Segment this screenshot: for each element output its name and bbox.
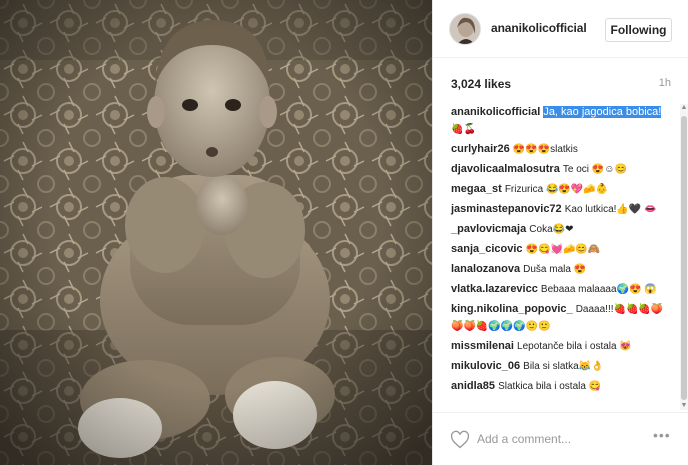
post-header: ananikolicofficial Following [433,0,688,58]
list-item: sanja_cicovic 😍😋💓🧀😊🙈 [433,241,680,258]
list-item: king.nikolina_popovic_ Daaaa!!!🍓🍓🍓🍑🍑🍑🍓🌍🌍… [433,301,680,335]
list-item: djavolicaalmalosutra Te oci 😍☺😊 [433,161,680,178]
scroll-down-icon[interactable]: ▼ [680,402,688,410]
comment-username[interactable]: king.nikolina_popovic_ [451,303,573,315]
scrollbar-thumb[interactable] [681,116,687,400]
list-item: curlyhair26 😍😍😍slatkis [433,141,680,158]
list-item: anidla85 Slatkica bila i ostala 😋 [433,378,680,395]
following-button[interactable]: Following [605,18,672,42]
scroll-up-icon[interactable]: ▲ [680,104,688,112]
comment-emoji: 🍓🍒 [451,124,476,135]
list-item: lanalozanova Duša mala 😍 [433,261,680,278]
add-comment-input[interactable] [477,429,627,449]
comment-text: Slatkica bila i ostala 😋 [498,381,602,392]
comment-username[interactable]: missmilenai [451,340,514,352]
comment-text: Coka😂❤ [529,224,574,235]
heart-icon[interactable] [450,430,470,450]
comment-text: Kao lutkica!👍🖤 👄 [564,204,657,215]
comment-username[interactable]: djavolicaalmalosutra [451,163,560,175]
comment-username[interactable]: _pavlovicmaja [451,223,526,235]
comment-username[interactable]: vlatka.lazarevicc [451,283,538,295]
comment-text: Bila si slatka😹👌 [523,361,604,372]
list-item: megaa_st Frizurica 😂😍💖🧀👶 [433,181,680,198]
comment-username[interactable]: anidla85 [451,380,495,392]
comment-text: Lepotanče bila i ostala 😻 [517,341,632,352]
comment-username[interactable]: jasminastepanovic72 [451,203,562,215]
comments-scrollbar[interactable]: ▲ ▼ [680,104,688,410]
comment-text: 😍😍😍slatkis [512,144,578,155]
comment-text: Frizurica 😂😍💖🧀👶 [504,184,609,195]
post-photo[interactable] [0,0,432,465]
list-item: vlatka.lazarevicc Bebaaa malaaaa🌍😍 😱 [433,281,680,298]
comment-username[interactable]: mikulovic_06 [451,360,520,372]
post-time: 1h [658,77,671,89]
comment-text: Bebaaa malaaaa🌍😍 😱 [540,284,657,295]
list-item: ananikolicofficial Ja, kao jagodica bobi… [433,104,680,138]
comments-list: ananikolicofficial Ja, kao jagodica bobi… [433,104,680,410]
comment-username[interactable]: curlyhair26 [451,143,510,155]
comment-text: Te oci 😍☺😊 [562,164,627,175]
comment-username[interactable]: ananikolicofficial [451,106,540,118]
avatar[interactable] [449,13,481,45]
list-item: jasminastepanovic72 Kao lutkica!👍🖤 👄 [433,201,680,218]
comment-bar: ••• [433,412,688,465]
photo-image [0,0,432,465]
comment-selected-text: Ja, kao jagodica bobica! [543,106,662,118]
more-options-icon[interactable]: ••• [653,427,671,443]
comment-text: Duša mala 😍 [523,264,587,275]
likes-count[interactable]: 3,024 likes [451,77,511,91]
comment-username[interactable]: lanalozanova [451,263,520,275]
comment-username[interactable]: sanja_cicovic [451,243,523,255]
comment-text: 😍😋💓🧀😊🙈 [525,244,601,255]
list-item: _pavlovicmaja Coka😂❤ [433,221,680,238]
username[interactable]: ananikolicofficial [491,21,587,35]
post-meta: 3,024 likes 1h [433,58,688,104]
post-panel: ananikolicofficial Following 3,024 likes… [432,0,688,465]
list-item: mikulovic_06 Bila si slatka😹👌 [433,358,680,375]
list-item: missmilenai Lepotanče bila i ostala 😻 [433,338,680,355]
comment-username[interactable]: megaa_st [451,183,502,195]
